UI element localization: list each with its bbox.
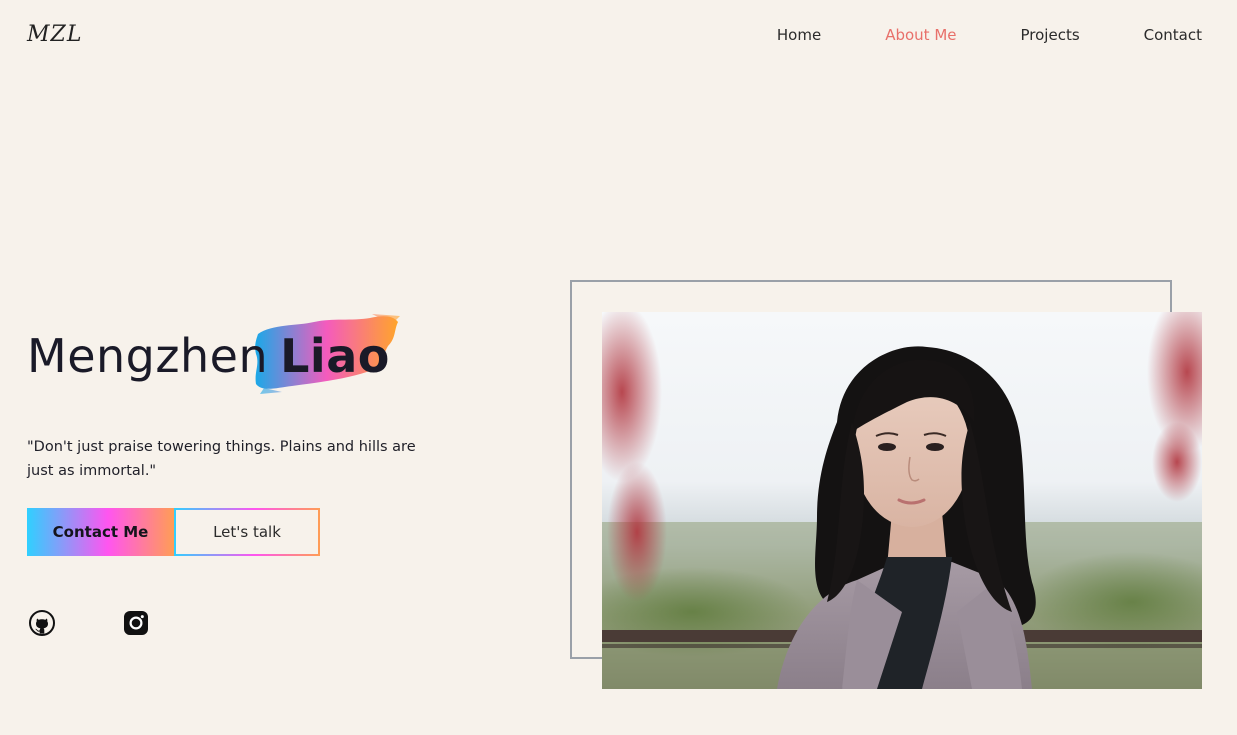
hero-quote: "Don't just praise towering things. Plai…: [27, 438, 416, 479]
nav-home[interactable]: Home: [777, 26, 821, 44]
portfolio-page: MZL Home About Me Projects Contact Mengz…: [0, 0, 1237, 735]
nav-about-me[interactable]: About Me: [885, 26, 956, 44]
github-icon[interactable]: [29, 610, 55, 636]
hero-name: Mengzhen Liao: [27, 326, 390, 386]
nav-contact[interactable]: Contact: [1144, 26, 1202, 44]
main-nav: Home About Me Projects Contact: [713, 26, 1202, 44]
instagram-icon[interactable]: [123, 610, 149, 636]
profile-photo: [602, 312, 1202, 689]
contact-me-button[interactable]: Contact Me: [27, 508, 174, 556]
lets-talk-button[interactable]: Let's talk: [174, 508, 320, 556]
last-name: Liao: [280, 329, 390, 383]
nav-projects[interactable]: Projects: [1021, 26, 1080, 44]
site-logo[interactable]: MZL: [27, 22, 82, 47]
first-name: Mengzhen: [27, 329, 269, 383]
